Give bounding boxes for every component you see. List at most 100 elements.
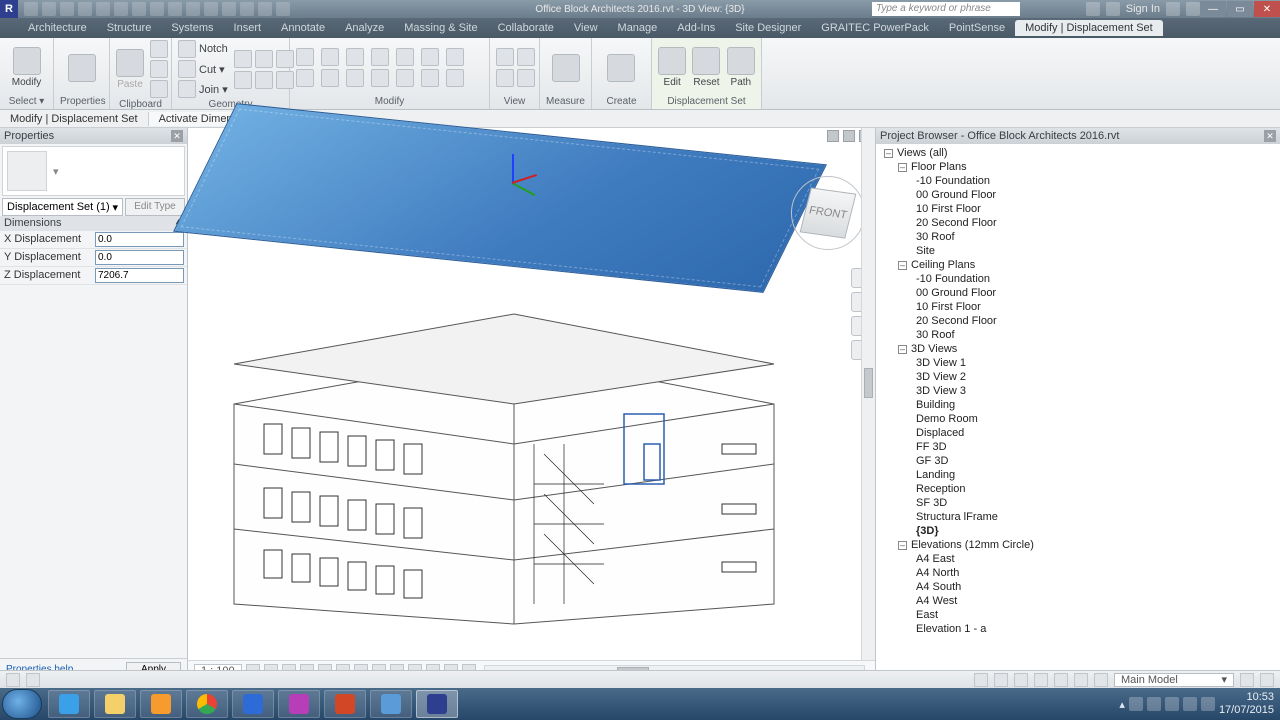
qat-measure-icon[interactable] — [114, 2, 128, 16]
tree-node[interactable]: 00 Ground Floor — [876, 188, 1280, 202]
taskbar-revit[interactable] — [416, 690, 458, 718]
instance-selector[interactable]: Displacement Set (1)▾ — [2, 198, 123, 216]
editable-icon[interactable] — [26, 673, 40, 687]
account-icon[interactable] — [1106, 2, 1120, 16]
tray-volume-icon[interactable] — [1183, 697, 1197, 711]
copy-clip-icon[interactable] — [150, 60, 168, 78]
taskbar-powerpoint[interactable] — [324, 690, 366, 718]
tree-node[interactable]: Structura lFrame — [876, 510, 1280, 524]
tab-view[interactable]: View — [564, 20, 608, 36]
tab-insert[interactable]: Insert — [224, 20, 272, 36]
qat-save-icon[interactable] — [42, 2, 56, 16]
group-icon[interactable] — [446, 69, 464, 87]
qat-more-icon[interactable] — [276, 2, 290, 16]
tree-node[interactable]: SF 3D — [876, 496, 1280, 510]
tray-flag-icon[interactable] — [1129, 697, 1143, 711]
tree-node[interactable]: Elevation 1 - a — [876, 622, 1280, 636]
tray-expand-icon[interactable]: ▴ — [1119, 698, 1125, 711]
qat-section-icon[interactable] — [204, 2, 218, 16]
select-pinned-icon[interactable] — [1054, 673, 1068, 687]
geom-tool-icon[interactable] — [234, 50, 252, 68]
view-tool-icon[interactable] — [517, 48, 535, 66]
taskbar-chrome[interactable] — [186, 690, 228, 718]
panel-label-select[interactable]: Select ▾ — [6, 95, 47, 107]
geom-tool-icon[interactable] — [255, 50, 273, 68]
tray-network-icon[interactable] — [1147, 697, 1161, 711]
qat-text-icon[interactable] — [168, 2, 182, 16]
offset-icon[interactable] — [321, 69, 339, 87]
tab-addins[interactable]: Add-Ins — [667, 20, 725, 36]
taskbar-outlook[interactable] — [232, 690, 274, 718]
prop-y-input[interactable] — [95, 250, 184, 265]
exchange-icon[interactable] — [1166, 2, 1180, 16]
move-gizmo[interactable] — [498, 144, 528, 184]
measure-button[interactable] — [546, 54, 585, 82]
unpin-icon[interactable] — [396, 69, 414, 87]
tree-node[interactable]: Demo Room — [876, 412, 1280, 426]
align-icon[interactable] — [346, 69, 364, 87]
tree-node[interactable]: Landing — [876, 468, 1280, 482]
project-browser-close-button[interactable]: ✕ — [1264, 130, 1276, 142]
background-icon[interactable] — [1260, 673, 1274, 687]
tree-node[interactable]: –Ceiling Plans — [876, 258, 1280, 272]
qat-switch-icon[interactable] — [258, 2, 272, 16]
tree-node[interactable]: A4 North — [876, 566, 1280, 580]
reset-displacement-button[interactable]: Reset — [692, 47, 720, 88]
qat-print-icon[interactable] — [96, 2, 110, 16]
qat-close-icon[interactable] — [240, 2, 254, 16]
view-tool-icon[interactable] — [496, 48, 514, 66]
editable-only-icon[interactable] — [994, 673, 1008, 687]
tree-node[interactable]: 30 Roof — [876, 328, 1280, 342]
taskbar-clock[interactable]: 10:53 17/07/2015 — [1219, 691, 1274, 717]
tree-node[interactable]: 00 Ground Floor — [876, 286, 1280, 300]
rotate-icon[interactable] — [346, 48, 364, 66]
array-icon[interactable] — [421, 48, 439, 66]
drawing-canvas[interactable]: FRONT 1 : 100 — [188, 128, 876, 680]
tree-node[interactable]: 30 Roof — [876, 230, 1280, 244]
notch-icon[interactable] — [178, 40, 196, 58]
tree-node[interactable]: Site — [876, 244, 1280, 258]
workset-icon[interactable] — [6, 673, 20, 687]
tab-architecture[interactable]: Architecture — [18, 20, 97, 36]
paste-button[interactable]: Paste — [116, 49, 144, 90]
modify-tool-button[interactable]: Modify — [6, 47, 47, 88]
close-button[interactable]: ✕ — [1254, 1, 1280, 17]
tab-manage[interactable]: Manage — [608, 20, 668, 36]
tree-node[interactable]: Displaced — [876, 426, 1280, 440]
view-tool-icon[interactable] — [517, 69, 535, 87]
tree-node[interactable]: A4 East — [876, 552, 1280, 566]
cut-clip-icon[interactable] — [150, 40, 168, 58]
tree-node[interactable]: -10 Foundation — [876, 272, 1280, 286]
start-button[interactable] — [2, 689, 42, 719]
design-options-icon[interactable] — [974, 673, 988, 687]
taskbar-gotomeeting[interactable] — [370, 690, 412, 718]
edit-displacement-button[interactable]: Edit — [658, 47, 686, 88]
workset-combo[interactable]: Main Model▾ — [1114, 673, 1234, 687]
tab-structure[interactable]: Structure — [97, 20, 162, 36]
move-icon[interactable] — [296, 48, 314, 66]
tree-node[interactable]: –3D Views — [876, 342, 1280, 356]
tree-node[interactable]: 3D View 2 — [876, 370, 1280, 384]
vertical-scrollbar[interactable] — [861, 128, 875, 660]
taskbar-onenote[interactable] — [278, 690, 320, 718]
properties-close-button[interactable]: ✕ — [171, 130, 183, 142]
path-displacement-button[interactable]: Path — [727, 47, 755, 88]
tree-node[interactable]: Reception — [876, 482, 1280, 496]
geom-tool-icon[interactable] — [255, 71, 273, 89]
help-icon[interactable] — [1186, 2, 1200, 16]
tree-node[interactable]: 10 First Floor — [876, 300, 1280, 314]
taskbar-explorer[interactable] — [94, 690, 136, 718]
tree-node[interactable]: East — [876, 608, 1280, 622]
tree-node[interactable]: {3D} — [876, 524, 1280, 538]
tab-massing[interactable]: Massing & Site — [394, 20, 487, 36]
qat-3d-icon[interactable] — [186, 2, 200, 16]
view-tool-icon[interactable] — [496, 69, 514, 87]
tab-analyze[interactable]: Analyze — [335, 20, 394, 36]
sign-in-link[interactable]: Sign In — [1126, 3, 1160, 15]
tab-graitec[interactable]: GRAITEC PowerPack — [811, 20, 939, 36]
minimize-button[interactable]: — — [1200, 1, 1226, 17]
select-underlay-icon[interactable] — [1034, 673, 1048, 687]
pin-icon[interactable] — [371, 69, 389, 87]
tab-modify-displacement[interactable]: Modify | Displacement Set — [1015, 20, 1163, 36]
subscription-icon[interactable] — [1086, 2, 1100, 16]
